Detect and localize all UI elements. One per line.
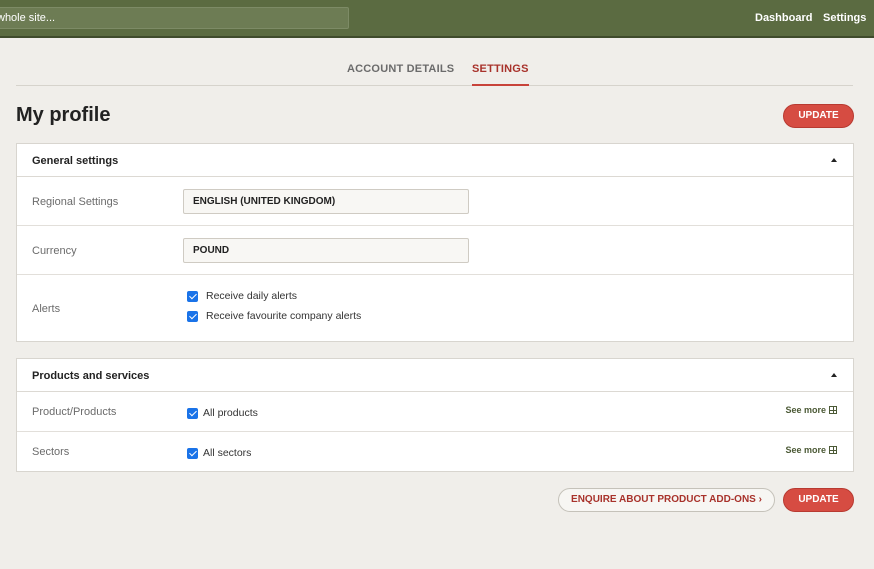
currency-row: Currency POUND (17, 226, 853, 275)
currency-label: Currency (32, 245, 77, 257)
page-title: My profile (16, 104, 111, 126)
products-services-title: Products and services (32, 370, 150, 382)
all-products-label: All products (203, 407, 258, 419)
collapse-icon[interactable] (831, 158, 837, 162)
checkbox-checked-icon (187, 447, 198, 459)
see-more-products-link[interactable]: See more (785, 405, 837, 415)
general-settings-header[interactable]: General settings (17, 144, 853, 177)
alerts-row: Alerts Receive daily alerts Receive favo… (17, 275, 853, 341)
products-services-panel: Products and services Product/Products A… (16, 358, 854, 472)
search-text: whole site... (0, 12, 56, 24)
daily-alerts-label: Receive daily alerts (206, 290, 298, 302)
checkbox-checked-icon (187, 310, 198, 322)
tab-account-details[interactable]: ACCOUNT DETAILS (347, 63, 454, 86)
site-search-input[interactable]: whole site... (0, 7, 349, 29)
regional-settings-row: Regional Settings ENGLISH (UNITED KINGDO… (17, 177, 853, 226)
products-row: Product/Products All products See more (17, 392, 853, 432)
products-services-header[interactable]: Products and services (17, 359, 853, 392)
tab-settings[interactable]: SETTINGS (472, 63, 529, 86)
favourite-alerts-checkbox[interactable]: Receive favourite company alerts (187, 310, 361, 322)
profile-tabs: ACCOUNT DETAILS SETTINGS (16, 56, 853, 86)
regional-settings-field[interactable]: ENGLISH (UNITED KINGDOM) (183, 189, 469, 214)
currency-field[interactable]: POUND (183, 238, 469, 263)
nav-dashboard-link[interactable]: Dashboard (755, 12, 812, 24)
sectors-row: Sectors All sectors See more (17, 432, 853, 472)
all-sectors-checkbox[interactable]: All sectors (187, 447, 251, 459)
enquire-add-ons-button[interactable]: ENQUIRE ABOUT PRODUCT ADD-ONS › (558, 488, 775, 512)
nav-settings-link[interactable]: Settings (823, 12, 866, 24)
all-sectors-label: All sectors (203, 447, 252, 459)
alerts-label: Alerts (32, 303, 61, 315)
see-more-label: See more (785, 405, 826, 415)
see-more-sectors-link[interactable]: See more (785, 445, 837, 455)
checkbox-checked-icon (187, 290, 198, 302)
general-settings-title: General settings (32, 155, 119, 167)
daily-alerts-checkbox[interactable]: Receive daily alerts (187, 290, 297, 302)
collapse-icon[interactable] (831, 373, 837, 377)
see-more-label: See more (785, 445, 826, 455)
update-button-top[interactable]: UPDATE (783, 104, 854, 128)
general-settings-panel: General settings Regional Settings ENGLI… (16, 143, 854, 342)
products-label: Product/Products (32, 406, 117, 418)
all-products-checkbox[interactable]: All products (187, 407, 258, 419)
grid-icon (829, 446, 837, 454)
top-navigation-bar: whole site... Dashboard Settings (0, 0, 874, 38)
favourite-alerts-label: Receive favourite company alerts (206, 310, 362, 322)
grid-icon (829, 406, 837, 414)
update-button-bottom[interactable]: UPDATE (783, 488, 854, 512)
regional-settings-label: Regional Settings (32, 196, 119, 208)
sectors-label: Sectors (32, 446, 70, 458)
checkbox-checked-icon (187, 407, 198, 419)
